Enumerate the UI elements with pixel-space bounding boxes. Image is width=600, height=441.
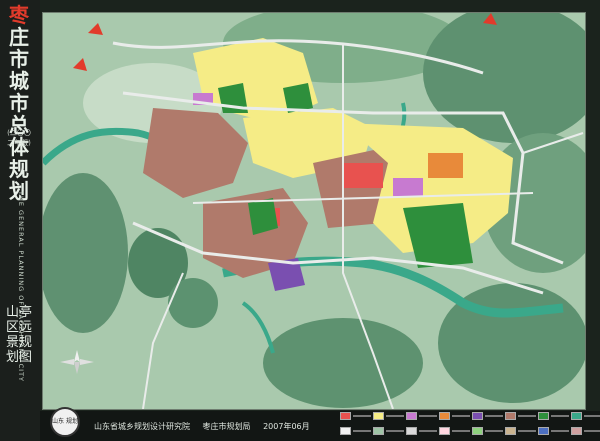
legend-text-placeholder	[518, 429, 536, 432]
legend-text-placeholder	[551, 414, 569, 417]
legend-item	[439, 408, 470, 423]
legend-text-placeholder	[584, 429, 600, 432]
legend-item	[538, 408, 569, 423]
title-sidebar: 枣庄市城市总体规划 (二〇〇二年版) THE GENERAL PLANNING …	[0, 0, 40, 441]
hill-southwest	[168, 278, 218, 328]
edition-label: (二〇〇二年版)	[7, 129, 31, 147]
institute-logo: 山东 规划	[50, 407, 80, 437]
planning-map[interactable]	[42, 12, 586, 410]
main-title-rest: 庄市城市总体规划	[9, 25, 29, 203]
legend-item	[505, 408, 536, 423]
legend-text-placeholder	[452, 414, 470, 417]
legend-item	[439, 423, 470, 438]
legend-text-placeholder	[485, 414, 503, 417]
institute-name: 山东省城乡规划设计研究院	[94, 422, 190, 431]
cultural-core	[393, 178, 423, 196]
legend-swatch	[505, 411, 516, 420]
legend-item	[340, 408, 371, 423]
legend-swatch	[406, 411, 417, 420]
legend-swatch	[505, 426, 516, 435]
legend-swatch	[406, 426, 417, 435]
date-label: 2007年06月	[263, 422, 310, 431]
legend-swatch	[538, 426, 549, 435]
bureau-name: 枣庄市规划局	[202, 422, 251, 431]
legend-swatch	[439, 426, 450, 435]
legend-item	[406, 408, 437, 423]
legend-item	[373, 408, 404, 423]
legend-item	[505, 423, 536, 438]
legend-swatch	[373, 426, 384, 435]
map-canvas	[43, 13, 585, 409]
legend-item	[571, 423, 600, 438]
legend-text-placeholder	[353, 414, 371, 417]
legend-text-placeholder	[485, 429, 503, 432]
legend-item	[571, 408, 600, 423]
main-title: 枣庄市城市总体规划	[2, 4, 36, 202]
legend-item	[472, 408, 503, 423]
legend-text-placeholder	[518, 414, 536, 417]
legend-text-placeholder	[419, 429, 437, 432]
legend-swatch	[538, 411, 549, 420]
legend-swatch	[472, 411, 483, 420]
legend-swatch	[571, 411, 582, 420]
legend-text-placeholder	[584, 414, 600, 417]
legend-swatch	[340, 411, 351, 420]
legend-text-placeholder	[386, 429, 404, 432]
legend-text-placeholder	[353, 429, 371, 432]
legend-text-placeholder	[551, 429, 569, 432]
legend-text-placeholder	[386, 414, 404, 417]
hill-south	[263, 318, 423, 408]
admin-center	[428, 153, 463, 178]
legend-item	[472, 423, 503, 438]
legend-item	[340, 423, 371, 438]
main-title-first-char: 枣	[9, 3, 29, 27]
map-subtitle: 山亭区远景规划图	[6, 305, 33, 365]
legend	[340, 408, 600, 438]
commercial-core	[343, 163, 383, 188]
legend-swatch	[373, 411, 384, 420]
legend-swatch	[340, 426, 351, 435]
north-arrow-icon	[60, 350, 94, 374]
legend-text-placeholder	[452, 429, 470, 432]
legend-swatch	[472, 426, 483, 435]
legend-text-placeholder	[419, 414, 437, 417]
credit-line: 山东省城乡规划设计研究院 枣庄市规划局 2007年06月	[94, 421, 320, 432]
legend-item	[406, 423, 437, 438]
legend-item	[373, 423, 404, 438]
legend-swatch	[439, 411, 450, 420]
legend-item	[538, 423, 569, 438]
legend-swatch	[571, 426, 582, 435]
